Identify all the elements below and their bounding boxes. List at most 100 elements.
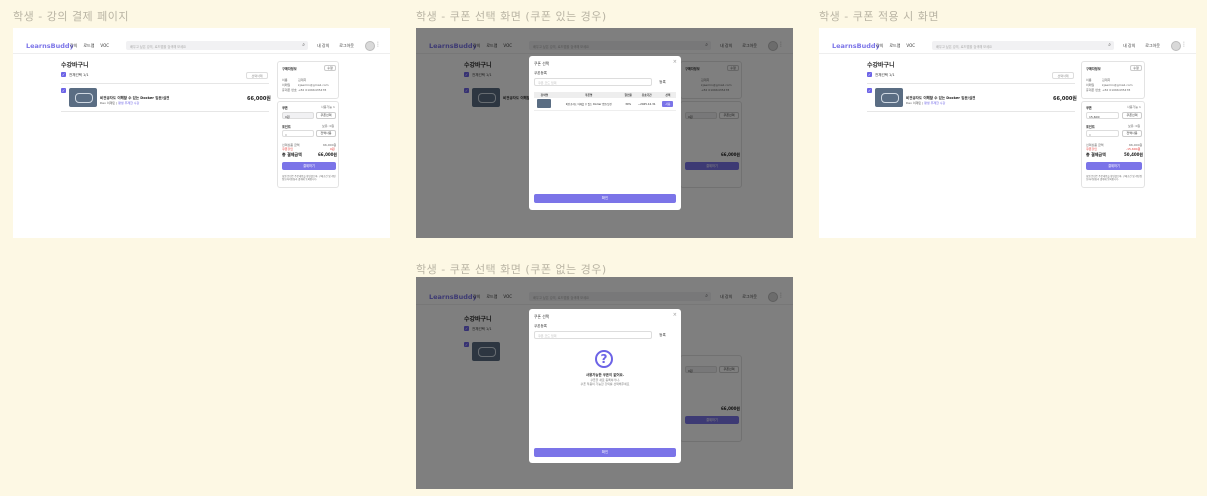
course-meta: Dev 이재민 | 평생 무제한 수강	[906, 101, 946, 105]
register-button[interactable]: 등록	[657, 78, 668, 86]
total-value: 50,400원	[1124, 152, 1144, 157]
coupon-label: 쿠폰	[282, 106, 288, 110]
caption-coupon-applied: 학생 - 쿠폰 적용 시 화면	[819, 10, 940, 23]
avatar[interactable]	[365, 41, 375, 51]
delete-selected-button[interactable]: 선택삭제	[246, 72, 268, 79]
point-input[interactable]: 0	[282, 130, 314, 137]
course-thumbnail	[875, 88, 903, 107]
app-header: LearnsBuddy 강의 로드맵 VOC 배우고 싶은 강의, 로드맵을 검…	[13, 38, 390, 54]
screen-payment: LearnsBuddy 강의 로드맵 VOC 배우고 싶은 강의, 로드맵을 검…	[13, 28, 390, 238]
page-title: 수강바구니	[867, 62, 895, 69]
main-nav: 강의 로드맵 VOC	[876, 43, 915, 49]
nav-courses[interactable]: 강의	[70, 43, 77, 49]
header-links: 내 강의 로그아웃	[1123, 43, 1160, 49]
question-icon: ?	[595, 350, 613, 368]
my-courses-link[interactable]: 내 강의	[1123, 43, 1135, 49]
confirm-button[interactable]: 확인	[534, 448, 676, 457]
phone-label: 휴대폰 번호	[1086, 88, 1101, 92]
buyer-edit-button[interactable]: 수정	[324, 65, 336, 71]
payment-card: 쿠폰 사용가능 1 15,600 쿠폰선택 포인트 보유: 0원 0 전액사용 …	[1081, 101, 1145, 188]
table-row: 비전공자도 이해할 수 있는 Docker 입문/실전 30% ~2025.12…	[534, 98, 676, 111]
logout-link[interactable]: 로그아웃	[339, 43, 354, 49]
screen-coupon-empty: LearnsBuddy 강의로드맵VOC 배우고 싶은 강의, 로드맵을 검색해…	[416, 277, 793, 489]
page-title: 수강바구니	[61, 62, 89, 69]
search-input[interactable]: 배우고 싶은 강의, 로드맵을 검색해 보세요⌕	[126, 41, 308, 50]
search-input[interactable]: 배우고 싶은 강의, 로드맵을 검색해 보세요⌕	[932, 41, 1114, 50]
empty-description: 쿠폰을 새로 등록하거나, 쿠폰 적용이 가능한 강의를 선택해주세요	[580, 378, 630, 386]
select-all-label: 전체선택 1/1	[875, 73, 895, 77]
my-courses-link[interactable]: 내 강의	[317, 43, 329, 49]
row-expiry: ~2025.12.31	[633, 98, 660, 111]
course-checkbox[interactable]: ✓	[867, 88, 872, 93]
nav-voc[interactable]: VOC	[100, 43, 109, 49]
logo[interactable]: LearnsBuddy	[832, 42, 880, 50]
close-icon[interactable]: ×	[673, 312, 677, 318]
main-nav: 강의 로드맵 VOC	[70, 43, 109, 49]
select-all-label: 전체선택 1/1	[69, 73, 89, 77]
email-value: kjaemin@gmail.com	[1102, 83, 1133, 87]
name-value: 김재희	[298, 78, 307, 82]
course-price: 66,000원	[247, 96, 271, 102]
name-label: 이름	[1086, 78, 1092, 82]
coupon-code-input[interactable]: 쿠폰 코드 입력	[534, 331, 652, 339]
point-input[interactable]: 0	[1086, 130, 1119, 137]
course-meta: Dev 이재민 | 평생 무제한 수강	[100, 101, 140, 105]
total-label: 총 결제금액	[1086, 152, 1106, 157]
caption-coupon-empty: 학생 - 쿠폰 선택 화면 (쿠폰 없는 경우)	[416, 263, 607, 276]
logo[interactable]: LearnsBuddy	[26, 42, 74, 50]
search-icon[interactable]: ⌕	[302, 42, 305, 48]
more-icon[interactable]: ⋮	[375, 41, 381, 48]
close-icon[interactable]: ×	[673, 59, 677, 65]
nav-voc[interactable]: VOC	[906, 43, 915, 49]
buyer-edit-button[interactable]: 수정	[1130, 65, 1142, 71]
course-checkbox[interactable]: ✓	[61, 88, 66, 93]
coupon-select-button[interactable]: 쿠폰선택	[316, 112, 336, 119]
pay-button[interactable]: 결제하기	[1086, 162, 1142, 170]
coupon-label: 쿠폰	[1086, 106, 1092, 110]
use-coupon-button[interactable]: 사용	[662, 100, 674, 107]
total-value: 66,000원	[318, 152, 338, 157]
confirm-button[interactable]: 확인	[534, 194, 676, 203]
coupon-code-label: 쿠폰등록	[534, 71, 547, 75]
screen-coupon-applied: LearnsBuddy 강의 로드맵 VOC 배우고 싶은 강의, 로드맵을 검색해…	[819, 28, 1196, 238]
select-all-checkbox[interactable]: ✓	[867, 72, 872, 77]
buyer-card: 구매자정보 수정 이름 김재희 이메일 kjaemin@gmail.com 휴대…	[277, 61, 339, 99]
caption-coupon-with: 학생 - 쿠폰 선택 화면 (쿠폰 있는 경우)	[416, 10, 607, 23]
buyer-title: 구매자정보	[1086, 67, 1101, 71]
discount-label: 쿠폰할인	[1086, 147, 1098, 151]
coupon-table: 강의명 쿠폰명 할인율 유효기간 선택 비전공자도 이해할 수 있는 Docke…	[534, 92, 676, 111]
payment-card: 쿠폰 사용가능 1 0원 쿠폰선택 포인트 보유: 0원 0 전액사용 선택상품…	[277, 101, 339, 188]
register-button[interactable]: 등록	[657, 331, 668, 339]
empty-title: 사용가능한 쿠폰이 없어요.	[586, 373, 624, 377]
point-all-button[interactable]: 전액사용	[316, 130, 336, 137]
avatar[interactable]	[1171, 41, 1181, 51]
discount-value: -15,600원	[1126, 147, 1141, 151]
coupon-select-button[interactable]: 쿠폰선택	[1122, 112, 1142, 119]
pay-button[interactable]: 결제하기	[282, 162, 336, 170]
app-header: LearnsBuddy 강의 로드맵 VOC 배우고 싶은 강의, 로드맵을 검색해…	[819, 38, 1196, 54]
name-label: 이름	[282, 78, 288, 82]
row-thumbnail	[534, 98, 555, 111]
select-all-checkbox[interactable]: ✓	[61, 72, 66, 77]
point-all-button[interactable]: 전액사용	[1122, 130, 1142, 137]
nav-courses[interactable]: 강의	[876, 43, 883, 49]
nav-roadmap[interactable]: 로드맵	[83, 43, 94, 49]
row-coupon-name: 비전공자도 이해할 수 있는 Docker 입문/실전	[554, 98, 623, 111]
buyer-card: 구매자정보 수정 이름 김재희 이메일 kjaemin@gmail.com 휴대…	[1081, 61, 1145, 99]
coupon-code-input[interactable]: 쿠폰 코드 입력	[534, 78, 652, 86]
header-links: 내 강의 로그아웃	[317, 43, 354, 49]
divider	[867, 111, 1075, 112]
coupon-value: 0원	[282, 112, 314, 119]
point-label: 포인트	[282, 125, 291, 129]
more-icon[interactable]: ⋮	[1181, 41, 1187, 48]
search-icon[interactable]: ⌕	[1108, 42, 1111, 48]
name-value: 김재희	[1102, 78, 1111, 82]
nav-roadmap[interactable]: 로드맵	[889, 43, 900, 49]
logout-link[interactable]: 로그아웃	[1145, 43, 1160, 49]
email-label: 이메일	[282, 83, 291, 87]
point-label: 포인트	[1086, 125, 1095, 129]
discount-value: 0원	[330, 147, 335, 151]
delete-selected-button[interactable]: 선택삭제	[1052, 72, 1074, 79]
divider	[61, 111, 269, 112]
phone-value: +82 01066435478	[1102, 88, 1131, 92]
